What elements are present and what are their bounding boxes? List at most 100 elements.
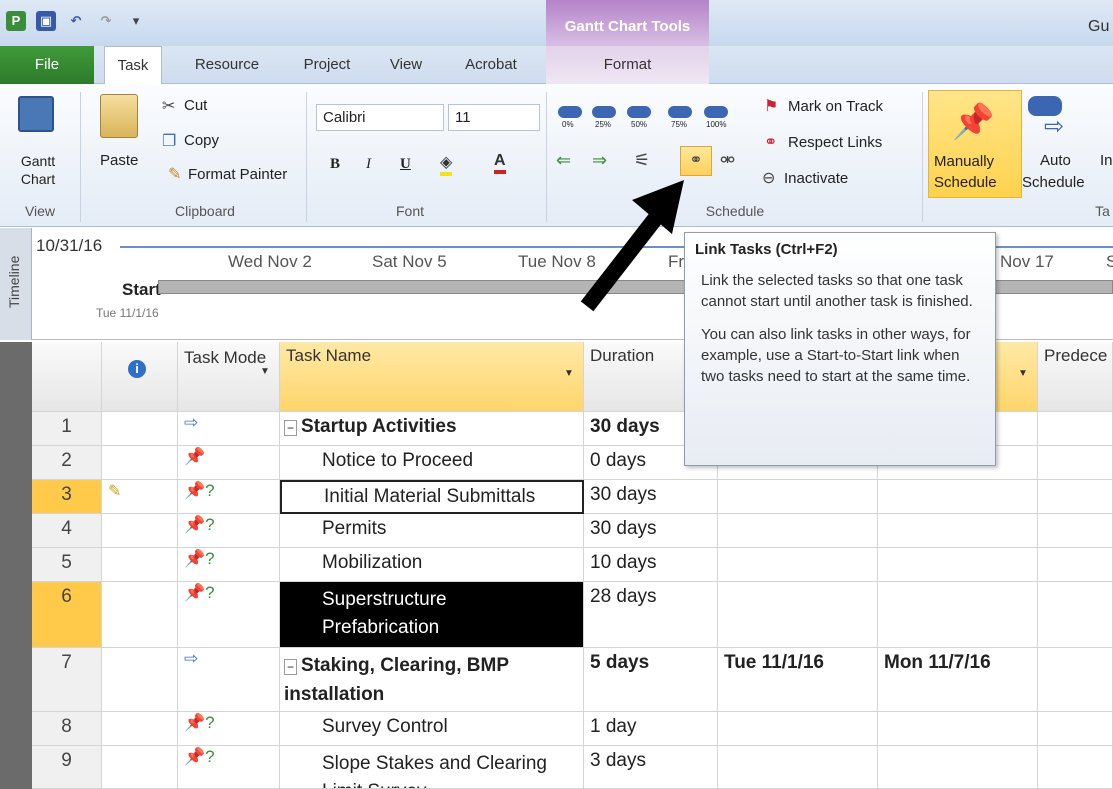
predecessors-cell[interactable] bbox=[1038, 412, 1113, 446]
tab-project[interactable]: Project bbox=[292, 46, 362, 84]
info-column-header[interactable]: i bbox=[102, 342, 178, 412]
row-number[interactable]: 5 bbox=[32, 548, 102, 582]
inspect-button-partial[interactable]: In bbox=[1100, 152, 1113, 169]
unlink-tasks-icon[interactable]: ⚮ bbox=[720, 150, 735, 171]
info-cell[interactable] bbox=[102, 514, 178, 548]
task-name-cell[interactable]: − Staking, Clearing, BMP installation bbox=[280, 648, 584, 712]
gantt-chart-icon[interactable] bbox=[18, 96, 54, 132]
finish-cell[interactable]: Mon 11/7/16 bbox=[878, 648, 1038, 712]
auto-schedule-label-2[interactable]: Schedule bbox=[1022, 174, 1085, 191]
font-color-icon[interactable]: A bbox=[494, 152, 506, 174]
task-mode-cell[interactable]: 📌? bbox=[178, 582, 280, 648]
chevron-down-icon[interactable]: ▼ bbox=[1018, 368, 1028, 379]
customize-qat-icon[interactable]: ▾ bbox=[126, 11, 146, 31]
paste-button[interactable]: Paste bbox=[100, 152, 138, 169]
duration-cell[interactable]: 30 days bbox=[584, 514, 718, 548]
task-name-cell-active[interactable]: Initial Material Submittals bbox=[280, 480, 584, 514]
duration-cell[interactable]: 28 days bbox=[584, 582, 718, 648]
percent-50-icon[interactable] bbox=[627, 106, 651, 118]
italic-button[interactable]: I bbox=[366, 156, 371, 173]
task-mode-cell[interactable]: 📌? bbox=[178, 514, 280, 548]
row-number[interactable]: 6 bbox=[32, 582, 102, 648]
duration-cell[interactable]: 3 days bbox=[584, 746, 718, 789]
info-cell[interactable] bbox=[102, 412, 178, 446]
task-name-cell[interactable]: Permits bbox=[280, 514, 584, 548]
info-cell[interactable] bbox=[102, 648, 178, 712]
outdent-task-icon[interactable]: ⇐ bbox=[556, 150, 571, 171]
task-mode-column-header[interactable]: Task Mode ▼ bbox=[178, 342, 280, 412]
finish-cell[interactable] bbox=[878, 712, 1038, 746]
percent-0-icon[interactable] bbox=[558, 106, 582, 118]
task-mode-cell[interactable]: 📌 bbox=[178, 446, 280, 480]
copy-button[interactable]: Copy bbox=[184, 132, 219, 149]
row-number[interactable]: 9 bbox=[32, 746, 102, 789]
tab-file[interactable]: File bbox=[0, 46, 94, 84]
predecessors-cell[interactable] bbox=[1038, 548, 1113, 582]
underline-button[interactable]: U bbox=[400, 156, 411, 173]
task-name-column-header[interactable]: Task Name ▼ bbox=[280, 342, 584, 412]
project-app-icon[interactable]: P bbox=[6, 11, 26, 31]
redo-icon[interactable]: ↷ bbox=[96, 11, 116, 31]
start-cell[interactable] bbox=[718, 548, 878, 582]
duration-cell[interactable]: 30 days bbox=[584, 480, 718, 514]
task-name-cell[interactable]: Survey Control bbox=[280, 712, 584, 746]
undo-icon[interactable]: ↶ bbox=[66, 11, 86, 31]
task-mode-cell[interactable]: 📌? bbox=[178, 712, 280, 746]
task-mode-cell[interactable]: ⇨ bbox=[178, 412, 280, 446]
duration-cell[interactable]: 10 days bbox=[584, 548, 718, 582]
task-mode-cell[interactable]: 📌? bbox=[178, 548, 280, 582]
percent-25-icon[interactable] bbox=[592, 106, 616, 118]
predecessors-cell[interactable] bbox=[1038, 582, 1113, 648]
predecessors-cell[interactable] bbox=[1038, 746, 1113, 789]
finish-cell[interactable] bbox=[878, 582, 1038, 648]
tab-task[interactable]: Task bbox=[104, 46, 162, 84]
info-cell[interactable] bbox=[102, 446, 178, 480]
start-cell[interactable] bbox=[718, 746, 878, 789]
start-cell[interactable] bbox=[718, 514, 878, 548]
duration-cell[interactable]: 1 day bbox=[584, 712, 718, 746]
start-cell[interactable] bbox=[718, 582, 878, 648]
tab-format[interactable]: Format bbox=[546, 46, 709, 84]
task-name-cell[interactable]: − Startup Activities bbox=[280, 412, 584, 446]
task-name-cell-selected[interactable]: Superstructure Prefabrication bbox=[280, 582, 584, 648]
predecessors-cell[interactable] bbox=[1038, 648, 1113, 712]
gantt-chart-button[interactable]: Gantt Chart bbox=[14, 152, 62, 188]
paste-icon[interactable] bbox=[100, 94, 138, 138]
finish-cell[interactable] bbox=[878, 480, 1038, 514]
chevron-down-icon[interactable]: ▼ bbox=[564, 368, 574, 379]
row-number[interactable]: 4 bbox=[32, 514, 102, 548]
respect-links-button[interactable]: Respect Links bbox=[788, 134, 882, 151]
chevron-down-icon[interactable]: ▼ bbox=[260, 360, 270, 384]
inactivate-button[interactable]: Inactivate bbox=[784, 170, 848, 187]
predecessors-cell[interactable] bbox=[1038, 446, 1113, 480]
task-name-cell[interactable]: Mobilization bbox=[280, 548, 584, 582]
highlight-color-icon[interactable]: ◈ bbox=[440, 152, 453, 176]
info-cell[interactable]: ✎ bbox=[102, 480, 178, 514]
auto-schedule-label-1[interactable]: Auto bbox=[1040, 152, 1071, 169]
tab-view[interactable]: View bbox=[378, 46, 434, 84]
tab-resource[interactable]: Resource bbox=[180, 46, 274, 84]
predecessors-cell[interactable] bbox=[1038, 712, 1113, 746]
finish-cell[interactable] bbox=[878, 514, 1038, 548]
font-size-select[interactable]: 11 bbox=[448, 104, 540, 131]
start-cell[interactable]: Tue 11/1/16 bbox=[718, 648, 878, 712]
cut-button[interactable]: Cut bbox=[184, 97, 207, 114]
select-all-corner[interactable] bbox=[32, 342, 102, 412]
info-cell[interactable] bbox=[102, 712, 178, 746]
row-number[interactable]: 1 bbox=[32, 412, 102, 446]
task-name-cell[interactable]: Slope Stakes and Clearing Limit Survey bbox=[280, 746, 584, 789]
predecessors-cell[interactable] bbox=[1038, 480, 1113, 514]
timeline-side-tab[interactable]: Timeline bbox=[0, 228, 32, 340]
row-number[interactable]: 7 bbox=[32, 648, 102, 712]
finish-cell[interactable] bbox=[878, 746, 1038, 789]
finish-cell[interactable] bbox=[878, 548, 1038, 582]
task-mode-cell[interactable]: 📌? bbox=[178, 746, 280, 789]
row-number[interactable]: 3 bbox=[32, 480, 102, 514]
predecessors-column-header[interactable]: Predece bbox=[1038, 342, 1113, 412]
start-cell[interactable] bbox=[718, 712, 878, 746]
collapse-icon[interactable]: − bbox=[284, 659, 298, 675]
font-family-select[interactable]: Calibri bbox=[316, 104, 444, 131]
task-mode-cell[interactable]: ⇨ bbox=[178, 648, 280, 712]
collapse-icon[interactable]: − bbox=[284, 420, 298, 436]
predecessors-cell[interactable] bbox=[1038, 514, 1113, 548]
